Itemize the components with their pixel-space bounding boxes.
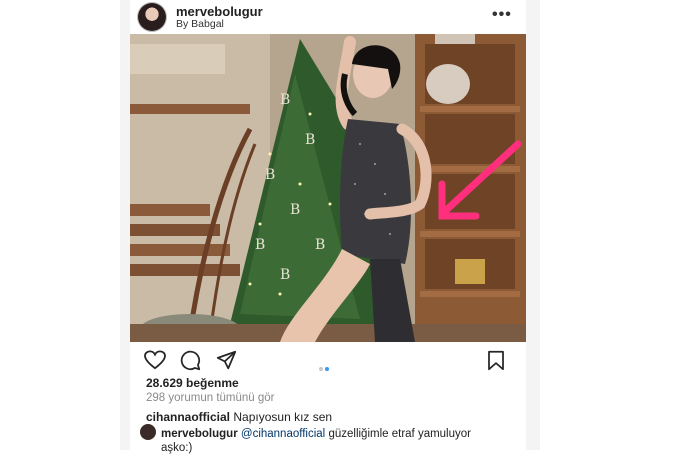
action-bar bbox=[130, 342, 526, 376]
post-subline[interactable]: By Babgal bbox=[176, 18, 224, 30]
reply-mention[interactable]: @cihannaofficial bbox=[241, 428, 325, 440]
reply-avatar[interactable] bbox=[140, 424, 156, 440]
svg-text:B: B bbox=[315, 237, 325, 253]
svg-text:B: B bbox=[305, 132, 315, 148]
carousel-dot bbox=[319, 367, 323, 371]
comment-text: Napıyosun kız sen bbox=[233, 410, 333, 424]
svg-text:B: B bbox=[280, 92, 290, 108]
right-margin bbox=[526, 0, 540, 450]
svg-text:B: B bbox=[290, 202, 300, 218]
svg-text:B: B bbox=[255, 237, 265, 253]
comment-username[interactable]: cihannaofficial bbox=[146, 410, 230, 424]
share-icon[interactable] bbox=[216, 350, 237, 371]
post-username[interactable]: mervebolugur bbox=[176, 4, 263, 19]
view-all-comments-link[interactable]: 298 yorumun tümünü gör bbox=[146, 392, 275, 404]
more-options-icon[interactable]: ••• bbox=[492, 6, 512, 24]
reply-item: mervebolugur @cihannaofficial güzelliğim… bbox=[161, 427, 481, 455]
comment-item: cihannaofficial Napıyosun kız sen bbox=[146, 410, 332, 424]
carousel-indicator bbox=[318, 358, 330, 376]
instagram-post: mervebolugur By Babgal ••• B B B B B B B… bbox=[130, 0, 526, 454]
post-header: mervebolugur By Babgal ••• bbox=[130, 0, 526, 34]
carousel-dot-active bbox=[325, 367, 329, 371]
bookmark-icon[interactable] bbox=[487, 350, 505, 371]
reply-username[interactable]: mervebolugur bbox=[161, 428, 238, 440]
left-margin bbox=[120, 0, 130, 450]
profile-avatar[interactable] bbox=[138, 3, 166, 31]
post-photo[interactable]: B B B B B B B bbox=[130, 34, 526, 342]
svg-text:B: B bbox=[265, 167, 275, 183]
svg-text:B: B bbox=[280, 267, 290, 283]
photo-scene: B B B B B B B bbox=[130, 34, 526, 342]
comment-icon[interactable] bbox=[180, 350, 201, 371]
heart-icon[interactable] bbox=[144, 350, 166, 370]
likes-count[interactable]: 28.629 beğenme bbox=[146, 376, 239, 390]
